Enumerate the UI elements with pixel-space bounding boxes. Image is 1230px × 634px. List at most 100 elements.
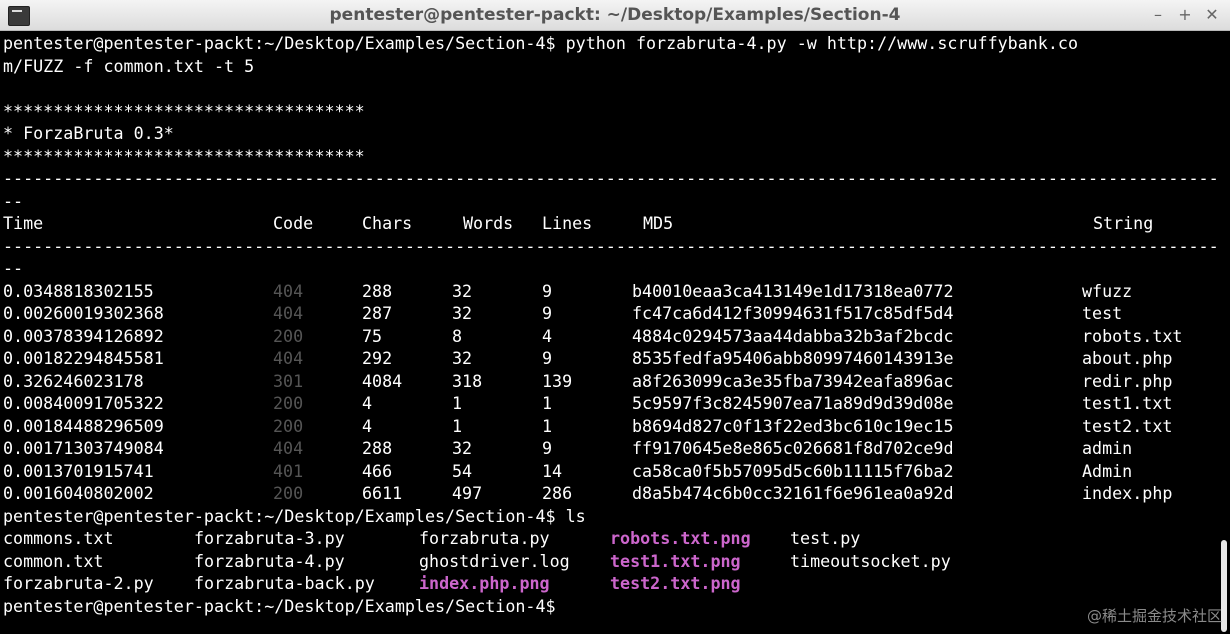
shell-prompt[interactable]: pentester@pentester-packt:~/Desktop/Exam…: [3, 595, 556, 617]
file-entry: ghostdriver.log: [419, 550, 570, 571]
cell-code: 301: [273, 370, 304, 391]
file-entry: forzabruta-3.py: [194, 528, 345, 548]
file-entry: common.txt: [3, 550, 104, 571]
cell-lines: 139: [542, 370, 573, 391]
cell-chars: 4084: [362, 370, 403, 391]
cell-md5: 8535fedfa95406abb80997460143913e: [632, 348, 954, 368]
title-bar[interactable]: pentester@pentester-packt: ~/Desktop/Exa…: [0, 0, 1230, 31]
cell-time: 0.00182294845581: [3, 348, 164, 368]
separator-wrap: --: [3, 258, 24, 278]
banner-title: * ForzaBruta 0.3*: [3, 123, 174, 143]
header-words: Words: [463, 213, 514, 233]
cell-chars: 288: [362, 280, 393, 301]
cell-chars: 288: [362, 438, 393, 458]
cell-time: 0.00171303749084: [3, 438, 164, 458]
table-header: Time Code Chars Words Lines MD5 String: [3, 212, 1153, 234]
cell-lines: 9: [542, 438, 553, 458]
cell-code: 404: [273, 438, 304, 458]
cell-md5: 5c9597f3c8245907ea71a89d9d39d08e: [632, 393, 954, 413]
cell-chars: 4: [362, 415, 373, 436]
cell-md5: b40010eaa3ca413149e1d17318ea0772: [632, 280, 954, 301]
cell-md5: ff9170645e8e865c026681f8d702ce9d: [632, 438, 954, 458]
cell-chars: 4: [362, 393, 373, 413]
cell-md5: ca58ca0f5b57095d5c60b11115f76ba2: [632, 460, 954, 481]
cell-lines: 1: [542, 393, 553, 413]
cell-words: 1: [452, 415, 463, 436]
cell-md5: b8694d827c0f13f22ed3bc610c19ec15: [632, 415, 954, 436]
cell-code: 404: [273, 280, 304, 301]
cell-md5: fc47ca6d412f30994631f517c85df5d4: [632, 303, 954, 323]
window-title: pentester@pentester-packt: ~/Desktop/Exa…: [329, 5, 901, 25]
cell-chars: 292: [362, 348, 393, 368]
cell-code: 200: [273, 325, 304, 346]
cell-time: 0.00260019302368: [3, 303, 164, 323]
header-lines: Lines: [542, 213, 593, 233]
close-icon[interactable]: ✕: [1201, 3, 1223, 27]
cell-time: 0.0348818302155: [3, 280, 154, 301]
cell-words: 1: [452, 393, 463, 413]
banner-line: ************************************: [3, 100, 365, 121]
cell-words: 32: [452, 438, 473, 458]
cell-string: about.php: [1082, 348, 1173, 368]
cell-chars: 6611: [362, 483, 403, 503]
cell-words: 8: [452, 325, 463, 346]
terminal-output[interactable]: pentester@pentester-packt:~/Desktop/Exam…: [0, 32, 1230, 634]
minimize-icon[interactable]: –: [1147, 3, 1169, 27]
file-entry: robots.txt.png: [610, 528, 751, 548]
cell-string: index.php: [1082, 483, 1173, 503]
header-chars: Chars: [362, 213, 413, 233]
cell-lines: 9: [542, 348, 553, 368]
header-md5: MD5: [643, 213, 674, 233]
cell-code: 200: [273, 393, 304, 413]
maximize-icon[interactable]: +: [1174, 3, 1196, 27]
command-line: pentester@pentester-packt:~/Desktop/Exam…: [3, 33, 1078, 53]
cell-string: redir.php: [1082, 370, 1173, 391]
cell-lines: 9: [542, 280, 553, 301]
cell-time: 0.00840091705322: [3, 393, 164, 413]
file-entry: forzabruta.py: [419, 528, 550, 548]
scrollbar[interactable]: [1218, 32, 1230, 634]
cell-code: 401: [273, 460, 304, 481]
cell-chars: 287: [362, 303, 393, 323]
cell-lines: 286: [542, 483, 573, 503]
cell-lines: 1: [542, 415, 553, 436]
cell-words: 32: [452, 303, 473, 323]
cell-time: 0.00184488296509: [3, 415, 164, 436]
watermark: @稀土掘金技术社区: [1086, 607, 1222, 625]
cell-time: 0.0013701915741: [3, 460, 154, 481]
cell-words: 54: [452, 460, 473, 481]
cell-md5: d8a5b474c6b0cc32161f6e961ea0a92d: [632, 483, 954, 503]
cell-code: 404: [273, 303, 304, 323]
cell-words: 32: [452, 280, 473, 301]
cell-lines: 4: [542, 325, 553, 346]
header-string: String: [1093, 213, 1154, 233]
cell-string: Admin: [1082, 460, 1133, 481]
separator: ----------------------------------------…: [3, 235, 1230, 256]
cell-words: 497: [452, 483, 483, 503]
separator-wrap: --: [3, 190, 24, 211]
cell-code: 404: [273, 348, 304, 368]
cell-string: admin: [1082, 438, 1133, 458]
file-entry: test.py: [790, 528, 861, 548]
cell-string: robots.txt: [1082, 325, 1183, 346]
command-line-wrap: m/FUZZ -f common.txt -t 5: [3, 55, 255, 76]
cell-string: wfuzz: [1082, 280, 1133, 301]
file-entry: timeoutsocket.py: [790, 550, 951, 571]
file-entry: test1.txt.png: [610, 550, 741, 571]
cell-md5: 4884c0294573aa44dabba32b3af2bcdc: [632, 325, 954, 346]
cell-code: 200: [273, 415, 304, 436]
cell-time: 0.00378394126892: [3, 325, 164, 346]
cell-string: test2.txt: [1082, 415, 1173, 436]
file-entry: commons.txt: [3, 528, 114, 548]
header-time: Time: [3, 213, 44, 233]
cell-lines: 14: [542, 460, 563, 481]
header-code: Code: [273, 213, 314, 233]
cell-lines: 9: [542, 303, 553, 323]
cell-string: test1.txt: [1082, 393, 1173, 413]
file-entry: test2.txt.png: [610, 573, 741, 593]
cell-time: 0.0016040802002: [3, 483, 154, 503]
cell-words: 32: [452, 348, 473, 368]
file-entry: forzabruta-4.py: [194, 550, 345, 571]
cell-words: 318: [452, 370, 483, 391]
banner-line: ************************************: [3, 145, 365, 166]
